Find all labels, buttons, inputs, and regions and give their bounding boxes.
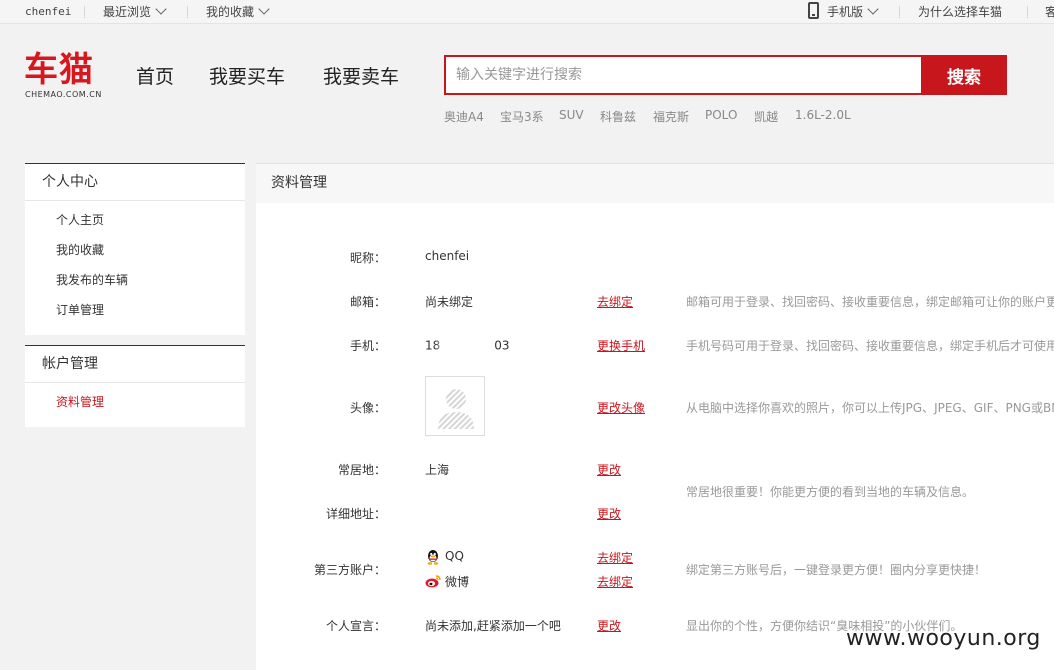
- divider: [1027, 6, 1028, 18]
- email-desc: 邮箱可用于登录、找回密码、接收重要信息，绑定邮箱可让你的账户更: [686, 295, 1054, 309]
- bind-email-link[interactable]: 去绑定: [597, 293, 633, 310]
- logo-domain: CHEMAO.COM.CN: [25, 90, 102, 99]
- hot-keyword[interactable]: 1.6L-2.0L: [795, 108, 851, 122]
- weibo-label: 微博: [445, 575, 470, 589]
- residence-label: 常居地：: [337, 463, 386, 477]
- favorites-label: 我的收藏: [206, 5, 255, 19]
- location-desc-row: 常居地很重要！你能更方便的看到当地的车辆及信息。: [256, 483, 1054, 503]
- nickname-row: 昵称： chenfei: [256, 249, 1054, 269]
- change-phone-link[interactable]: 更换手机: [597, 337, 645, 354]
- residence-row: 常居地： 上海 更改: [256, 461, 1054, 481]
- residence-value: 上海: [425, 463, 450, 477]
- address-row: 详细地址： 更改: [256, 505, 1054, 525]
- mobile-version-menu[interactable]: 手机版: [827, 3, 879, 20]
- nickname-value: chenfei: [425, 249, 470, 263]
- avatar-label: 头像：: [349, 401, 386, 415]
- change-avatar-link[interactable]: 更改头像: [597, 399, 645, 416]
- service-link[interactable]: 客: [1045, 3, 1054, 20]
- phone-row: 手机： 18 03 更换手机 手机号码可用于登录、找回密码、接收重要信息，绑定手机…: [256, 337, 1054, 357]
- profile-panel: 资料管理 昵称： chenfei 邮箱： 尚未绑定 去绑定 邮箱可用于登录、找回…: [256, 163, 1054, 670]
- hot-keyword[interactable]: 奥迪A4: [444, 108, 484, 125]
- recent-browse-label: 最近浏览: [103, 5, 152, 19]
- sidebar-heading: 帐户管理: [25, 345, 245, 383]
- why-choose-link[interactable]: 为什么选择车猫: [918, 3, 1002, 20]
- top-bar: chenfei 最近浏览 我的收藏 手机版 为什么选择车猫 客: [0, 0, 1054, 24]
- recent-browse-menu[interactable]: 最近浏览: [103, 3, 167, 20]
- sidebar-item-my-cars[interactable]: 我发布的车辆: [25, 265, 245, 295]
- divider: [187, 6, 188, 18]
- nav-sell-car[interactable]: 我要卖车: [323, 62, 399, 89]
- phone-suffix: 03: [494, 338, 510, 353]
- sidebar-heading: 个人中心: [25, 163, 245, 201]
- search-input[interactable]: [444, 55, 921, 95]
- declaration-label: 个人宣言：: [325, 619, 386, 633]
- watermark: www.wooyun.org: [846, 626, 1041, 651]
- search-button[interactable]: 搜索: [921, 55, 1007, 95]
- email-row: 邮箱： 尚未绑定 去绑定 邮箱可用于登录、找回密码、接收重要信息，绑定邮箱可让你…: [256, 293, 1054, 313]
- username[interactable]: chenfei: [25, 5, 71, 18]
- nickname-label: 昵称：: [349, 251, 386, 265]
- chevron-down-icon: [867, 3, 879, 15]
- hot-keyword[interactable]: 科鲁兹: [600, 108, 636, 125]
- sidebar-item-home[interactable]: 个人主页: [25, 205, 245, 235]
- sidebar-item-profile[interactable]: 资料管理: [25, 387, 245, 417]
- hot-keyword[interactable]: 福克斯: [653, 108, 689, 125]
- hot-keyword[interactable]: POLO: [705, 108, 737, 122]
- phone-prefix: 18: [425, 338, 441, 353]
- favorites-menu[interactable]: 我的收藏: [206, 3, 270, 20]
- phone-label: 手机：: [349, 339, 386, 353]
- phone-desc: 手机号码可用于登录、找回密码、接收重要信息，绑定手机后才可使用: [686, 339, 1054, 353]
- declaration-value: 尚未添加,赶紧添加一个吧: [425, 619, 561, 633]
- nav-home[interactable]: 首页: [136, 62, 174, 89]
- change-address-link[interactable]: 更改: [597, 505, 621, 522]
- divider: [899, 6, 900, 18]
- address-label: 详细地址：: [325, 507, 386, 521]
- email-value: 尚未绑定: [425, 295, 474, 309]
- page-title: 资料管理: [256, 163, 1054, 203]
- bind-weibo-link[interactable]: 去绑定: [597, 573, 633, 590]
- email-label: 邮箱：: [349, 295, 386, 309]
- sidebar-account: 帐户管理 资料管理: [25, 345, 245, 427]
- avatar-placeholder-icon[interactable]: [425, 376, 485, 436]
- change-residence-link[interactable]: 更改: [597, 461, 621, 478]
- change-declaration-link[interactable]: 更改: [597, 617, 621, 634]
- hot-keyword[interactable]: SUV: [559, 108, 584, 122]
- avatar-desc: 从电脑中选择你喜欢的照片，你可以上传JPG、JPEG、GIF、PNG或BM: [686, 401, 1054, 415]
- sidebar-item-orders[interactable]: 订单管理: [25, 295, 245, 325]
- mobile-phone-icon: [808, 2, 819, 19]
- mobile-version-label: 手机版: [827, 5, 864, 19]
- phone-value: 18 03: [425, 337, 510, 355]
- divider: [84, 6, 85, 18]
- hot-keyword[interactable]: 宝马3系: [500, 108, 544, 125]
- sidebar-item-favorites[interactable]: 我的收藏: [25, 235, 245, 265]
- redaction-blur: [444, 337, 495, 355]
- sidebar-personal-center: 个人中心 个人主页 我的收藏 我发布的车辆 订单管理: [25, 163, 245, 335]
- logo[interactable]: 车猫: [24, 50, 94, 90]
- avatar-row: 头像： 更改头像 从电脑中选择你喜欢的照片，你可以上传JPG、JPEG、GIF、…: [256, 399, 1054, 419]
- weibo-row: 微博 去绑定: [256, 573, 1054, 593]
- location-desc: 常居地很重要！你能更方便的看到当地的车辆及信息。: [686, 485, 975, 499]
- chevron-down-icon: [258, 3, 270, 15]
- hot-keyword[interactable]: 凯越: [754, 108, 778, 125]
- chevron-down-icon: [155, 3, 167, 15]
- nav-buy-car[interactable]: 我要买车: [209, 62, 285, 89]
